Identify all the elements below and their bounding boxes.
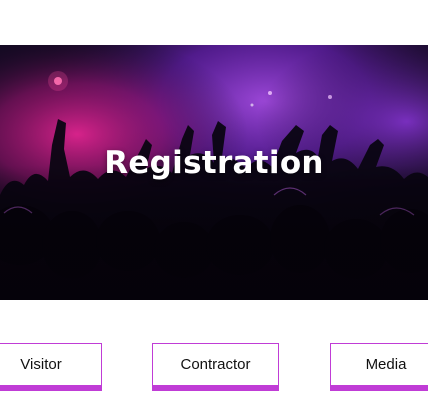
contractor-button-label: Contractor xyxy=(180,356,251,373)
media-button[interactable]: Media xyxy=(330,343,428,391)
visitor-button[interactable]: Visitor xyxy=(0,343,102,391)
page-title: Registration xyxy=(104,145,324,181)
media-button-label: Media xyxy=(365,356,407,373)
hero-banner: Registration xyxy=(0,45,428,300)
visitor-button-label: Visitor xyxy=(20,356,62,373)
registration-page: Registration Visitor Contractor Media xyxy=(0,0,428,400)
contractor-button[interactable]: Contractor xyxy=(152,343,279,391)
